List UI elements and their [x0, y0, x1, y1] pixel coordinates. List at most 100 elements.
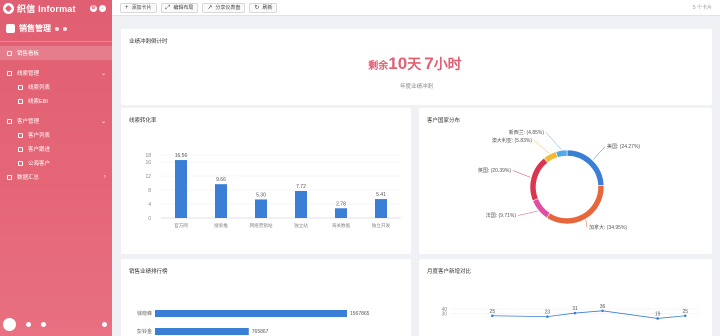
app-header: 销售管理 — [0, 16, 112, 42]
sidebar-item-label: 客户列表 — [28, 133, 51, 139]
rank-value: 1567865 — [350, 311, 370, 317]
line-point-label: 31 — [572, 306, 578, 312]
edit-layout-button[interactable]: ⤢ 编辑布局 — [160, 2, 199, 13]
countdown-value: 剩余10天 7小时 — [121, 54, 712, 74]
pie-leader-line — [533, 140, 550, 154]
countdown-subtitle: 年度业绩冲刺 — [399, 84, 433, 90]
country-card: 客户国家分布 美国: (24.27%) 加拿大: (34.95%) 法国: (9.7… — [419, 108, 712, 254]
line-point-label: 25 — [490, 309, 496, 315]
download-icon[interactable]: ↓ — [99, 4, 106, 12]
sidebar-item-label: 客户管理 — [17, 119, 40, 125]
app-icon — [6, 24, 15, 33]
sidebar-item-label: 线索列表 — [28, 85, 51, 91]
countdown-card: 业绩冲刺倒计时 剩余10天 7小时 年度业绩冲刺 — [121, 29, 712, 105]
avatar[interactable] — [3, 317, 16, 331]
rank-bar[interactable] — [155, 310, 347, 317]
sidebar-item-2[interactable]: 线索列表 — [0, 80, 112, 94]
ranking-chart: 徐晓峰 1567865 彭铃金 765867 — [137, 310, 370, 335]
line-point[interactable] — [491, 314, 494, 318]
help-icon[interactable] — [41, 321, 46, 327]
countdown-hours-unit: 小时 — [433, 56, 462, 72]
line-point[interactable] — [546, 315, 549, 318]
app-name: 销售管理 — [19, 24, 51, 33]
pie-leader-line — [585, 219, 588, 228]
app-settings-icon[interactable] — [55, 26, 59, 31]
sidebar-item-3[interactable]: 线索EBI — [0, 94, 112, 108]
folder-icon — [7, 118, 12, 124]
pie-leader-line — [512, 170, 531, 178]
pie-leader-line — [593, 146, 606, 160]
x-tick-label: 官方网 — [174, 222, 188, 229]
line-point[interactable] — [656, 317, 659, 320]
bar[interactable] — [335, 208, 347, 218]
add-card-button[interactable]: + 添加卡片 — [120, 2, 157, 13]
rank-value: 765867 — [252, 329, 269, 335]
bar[interactable] — [255, 199, 267, 218]
line-point[interactable] — [683, 314, 687, 318]
expand-icon: ⤢ — [165, 4, 171, 11]
sidebar-item-4[interactable]: 客户管理 ⌄ — [0, 114, 112, 128]
edit-layout-label: 编辑布局 — [173, 5, 194, 11]
chevron-icon[interactable]: › — [104, 174, 106, 180]
table-icon — [18, 146, 23, 152]
y-tick-label: 16 — [145, 160, 151, 166]
x-tick-label: 独立站 — [294, 222, 308, 229]
pie-slice[interactable] — [543, 151, 559, 164]
pie-slice[interactable] — [555, 149, 568, 158]
sidebar-item-5[interactable]: 客户列表 — [0, 128, 112, 142]
app-more-icon[interactable] — [63, 26, 67, 31]
share-dashboard-button[interactable]: ↗ 分享仪表盘 — [202, 2, 246, 13]
line-point-label: 36 — [600, 304, 606, 310]
line-point-label: 23 — [545, 310, 551, 316]
card-count: 5 个卡片 — [692, 5, 712, 11]
sidebar-item-6[interactable]: 客户跟进 — [0, 142, 112, 156]
bar-value-label: 9.66 — [216, 177, 226, 183]
sidebar-item-8[interactable]: 数据汇总 › — [0, 170, 112, 184]
bar-value-label: 2.78 — [336, 201, 346, 207]
pie-slice[interactable] — [529, 157, 549, 202]
sidebar-item-1[interactable]: 线索管理 ⌄ — [0, 66, 112, 80]
table-icon — [18, 132, 23, 138]
sidebar-item-label: 线索管理 — [17, 71, 40, 77]
user-settings-icon[interactable] — [102, 321, 107, 327]
sidebar-item-0[interactable]: 销售看板 — [0, 46, 112, 60]
refresh-label: 刷新 — [262, 5, 273, 11]
pie-slice[interactable] — [566, 149, 605, 186]
chevron-icon[interactable]: ⌄ — [101, 70, 106, 77]
bar[interactable] — [215, 184, 227, 218]
table-icon — [18, 84, 23, 90]
bar-value-label: 5.41 — [376, 192, 386, 198]
y-tick-label: 18 — [145, 153, 151, 159]
pie-label: 澳大利亚: (5.83%) — [492, 137, 533, 144]
rank-bar[interactable] — [155, 328, 249, 335]
x-tick-label: 独立开发 — [372, 222, 391, 229]
pie-slice[interactable] — [546, 184, 605, 225]
y-tick-label: 30 — [441, 312, 447, 318]
sidebar-item-7[interactable]: 公海客户 — [0, 156, 112, 170]
refresh-icon: ↻ — [254, 4, 260, 11]
refresh-button[interactable]: ↻ 刷新 — [249, 2, 278, 13]
monthly-chart: 4030 25 2331 3619 25 — [441, 304, 699, 320]
country-chart: 美国: (24.27%) 加拿大: (34.95%) 法国: (9.71%) 英国: … — [478, 129, 640, 231]
bar[interactable] — [295, 190, 307, 218]
sidebar-item-label: 销售看板 — [17, 51, 40, 57]
bar[interactable] — [375, 199, 387, 218]
countdown-prefix: 剩余 — [368, 61, 389, 72]
sidebar-item-label: 公海客户 — [28, 161, 51, 167]
card-title: 业绩冲刺倒计时 — [129, 39, 168, 45]
chart-icon — [7, 50, 12, 56]
line-point[interactable] — [573, 311, 577, 315]
line-point[interactable] — [601, 309, 604, 313]
pie-label: 美国: (24.27%) — [607, 143, 640, 150]
pie-label: 英国: (20.39%) — [478, 167, 511, 174]
chevron-icon[interactable]: ⌄ — [101, 118, 106, 125]
settings-icon[interactable]: ⚙ — [90, 4, 97, 12]
sidebar: 织信 Informat ⚙ ↓ 销售管理 销售看板 线索管理 ⌄ 线索列表 线索EBI 客… — [0, 0, 112, 336]
sidebar-footer — [0, 316, 112, 332]
sidebar-item-label: 数据汇总 — [17, 175, 40, 181]
pie-label: 加拿大: (34.95%) — [589, 224, 627, 231]
bar[interactable] — [175, 160, 187, 218]
notification-icon[interactable] — [26, 321, 31, 327]
pie-slice[interactable] — [532, 198, 551, 219]
add-card-label: 添加卡片 — [131, 5, 152, 11]
